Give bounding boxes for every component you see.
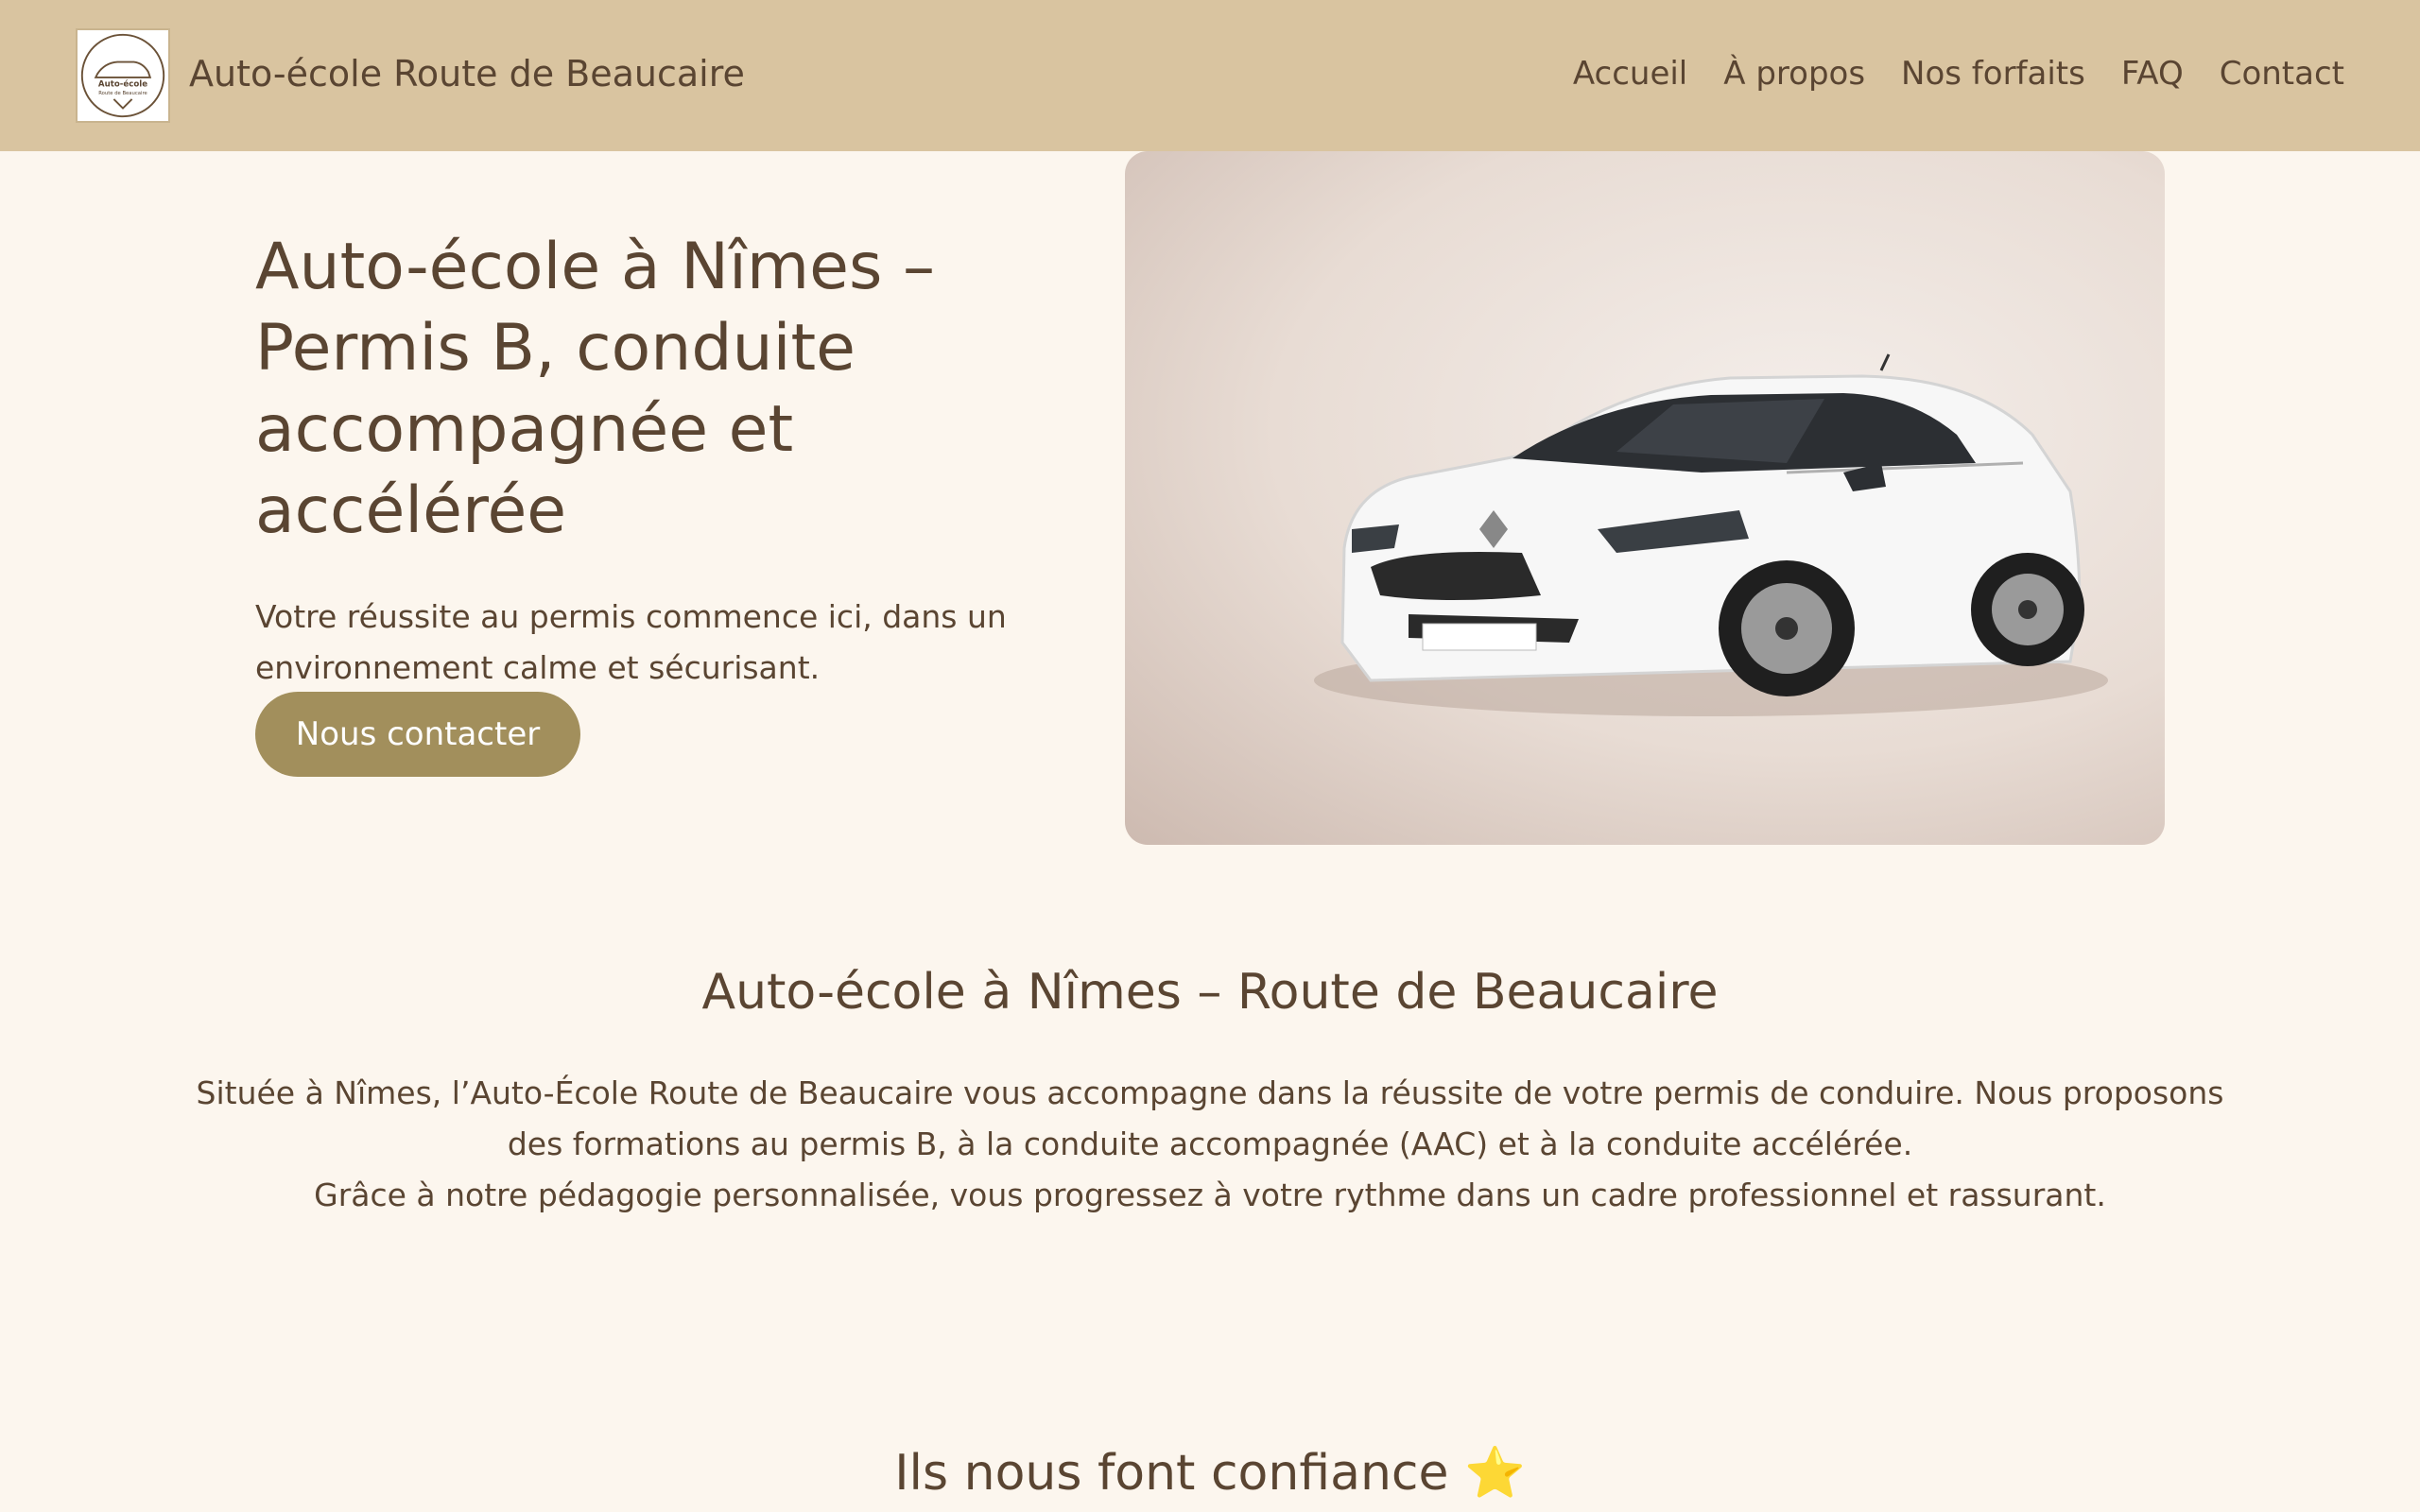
testimonials-title: Ils nous font confiance ⭐ [894, 1445, 1526, 1502]
about-paragraph-2: Grâce à notre pédagogie personnalisée, v… [314, 1177, 2106, 1213]
about-text: Située à Nîmes, l’Auto-École Route de Be… [189, 1068, 2231, 1221]
nav-faq[interactable]: FAQ [2121, 55, 2184, 93]
svg-text:Route de Beaucaire: Route de Beaucaire [98, 91, 147, 96]
brand-name[interactable]: Auto-école Route de Beaucaire [189, 53, 745, 94]
svg-text:Auto-école: Auto-école [98, 79, 147, 90]
car-illustration [1314, 353, 2108, 716]
site-logo[interactable]: Auto-école Route de Beaucaire [76, 28, 170, 123]
site-header: Auto-école Route de Beaucaire Auto-école… [0, 0, 2420, 151]
hero-car-image [1125, 151, 2165, 845]
main-nav: Accueil À propos Nos forfaits FAQ Contac… [1573, 55, 2344, 93]
hero-subtitle: Votre réussite au permis commence ici, d… [255, 598, 1007, 686]
nav-a-propos[interactable]: À propos [1723, 55, 1865, 93]
nav-accueil[interactable]: Accueil [1573, 55, 1687, 93]
nav-nos-forfaits[interactable]: Nos forfaits [1901, 55, 2085, 93]
nav-contact[interactable]: Contact [2220, 55, 2344, 93]
hero-title: Auto-école à Nîmes – Permis B, conduite … [255, 230, 936, 548]
contact-button[interactable]: Nous contacter [255, 692, 580, 777]
about-title: Auto-école à Nîmes – Route de Beaucaire [701, 964, 1719, 1021]
about-paragraph-1: Située à Nîmes, l’Auto-École Route de Be… [196, 1074, 2224, 1162]
logo-badge-icon: Auto-école Route de Beaucaire [80, 33, 165, 118]
